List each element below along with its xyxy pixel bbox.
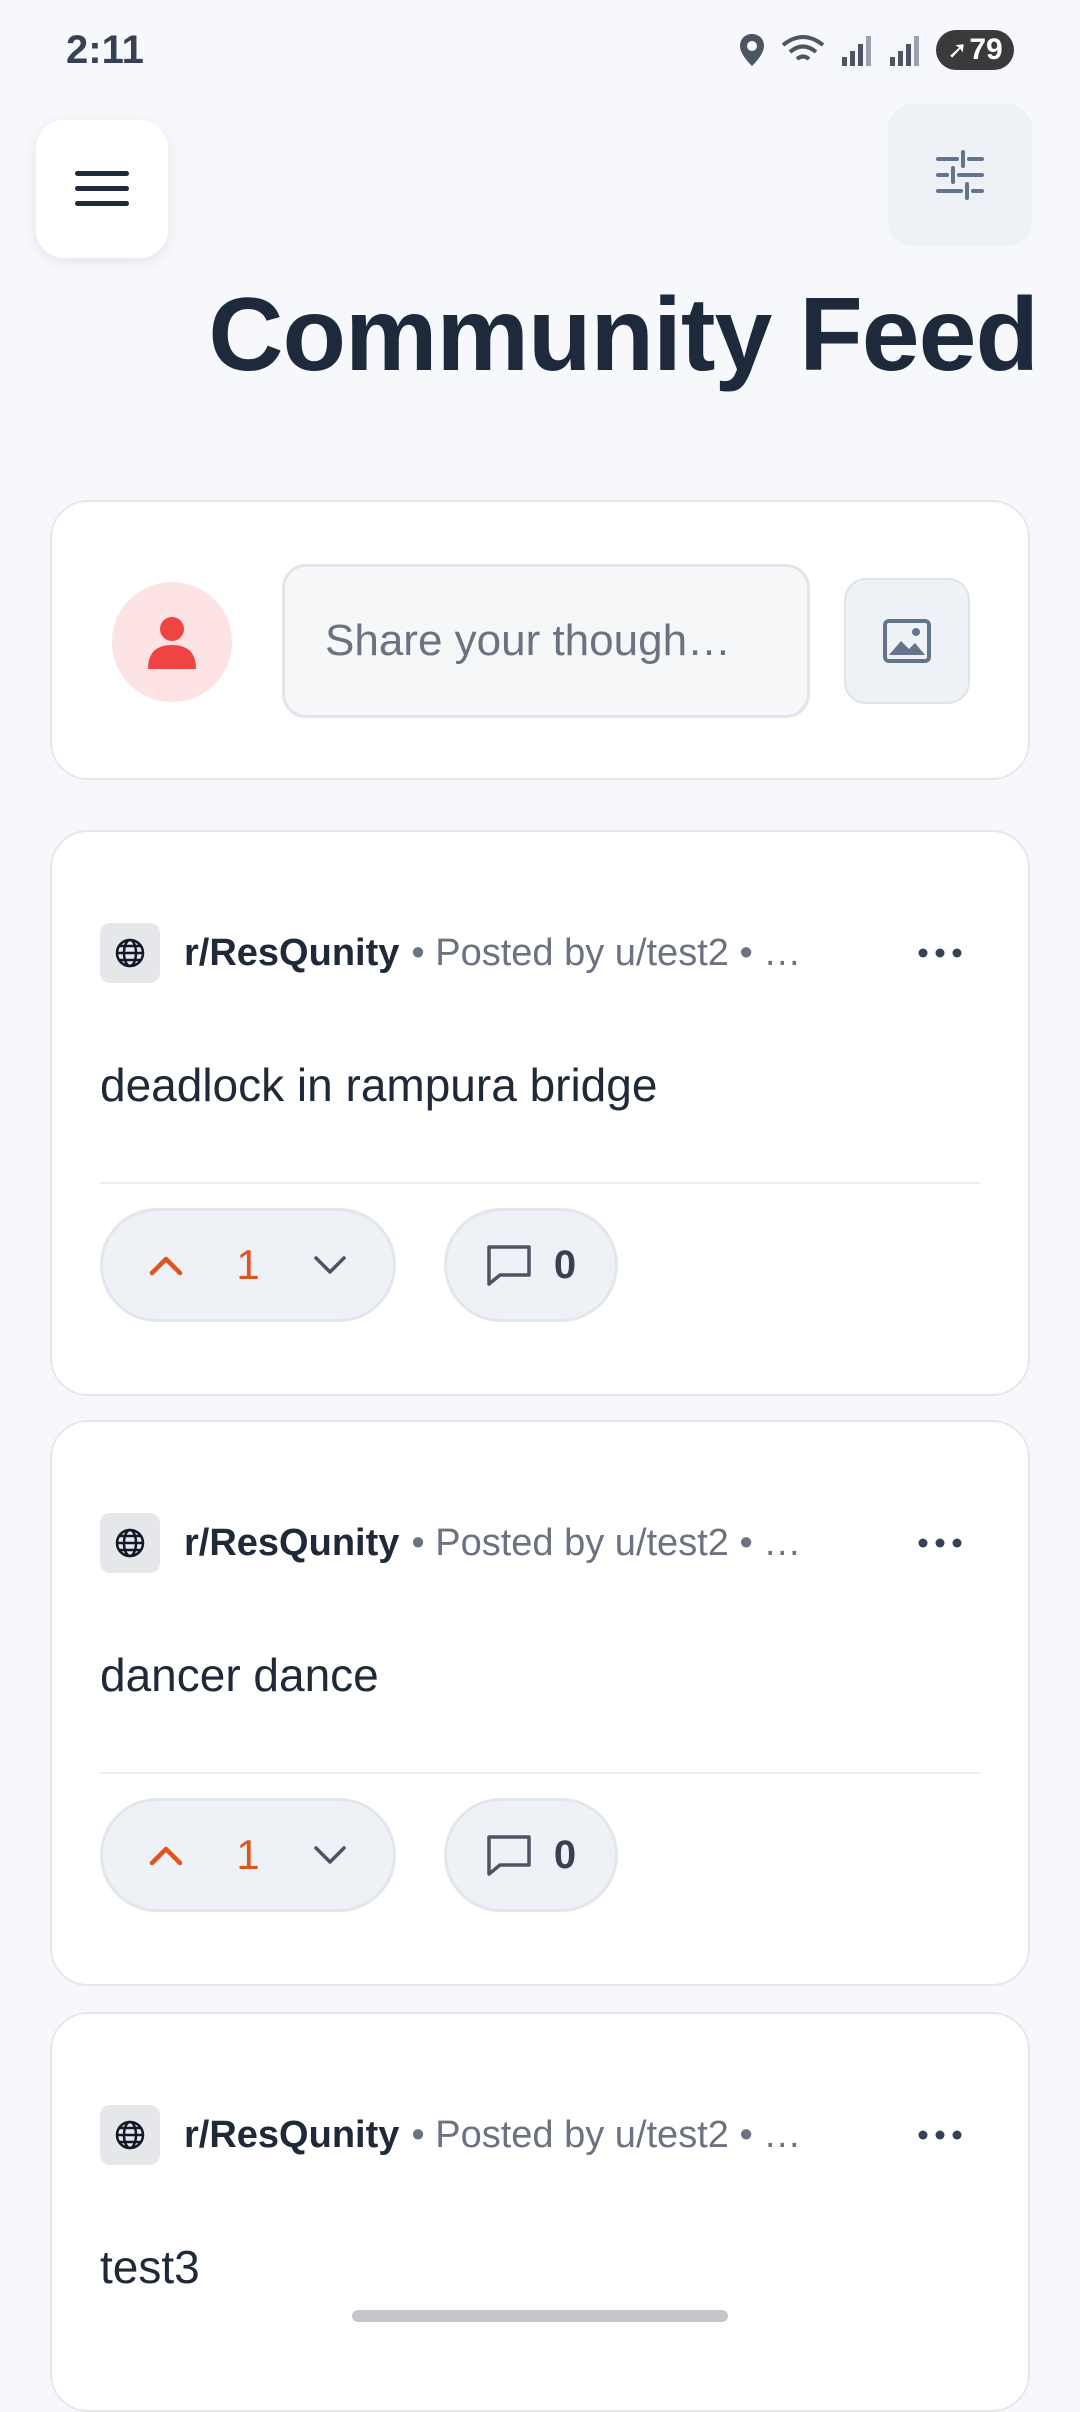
vote-count: 1 (236, 1831, 260, 1878)
more-options-button[interactable] (900, 2104, 980, 2166)
filter-button[interactable] (888, 104, 1032, 246)
divider (100, 1182, 980, 1184)
status-icons: ➚ 79 (738, 30, 1014, 70)
upvote-icon[interactable] (149, 1844, 183, 1866)
avatar (112, 582, 232, 702)
image-icon (883, 619, 931, 663)
wifi-icon (781, 35, 825, 61)
page-title: Community Feed (208, 277, 1039, 393)
comment-count: 0 (553, 1832, 577, 1877)
downvote-icon[interactable] (313, 1254, 347, 1276)
post-body: test3 (100, 2241, 200, 2293)
vote-control: 1 (100, 1208, 396, 1322)
battery-level: 79 (969, 33, 1003, 66)
hamburger-menu-icon (75, 171, 129, 206)
downvote-icon[interactable] (313, 1844, 347, 1866)
post-header: r/ResQunity • Posted by u/test2 • … (100, 2104, 980, 2166)
user-icon (148, 617, 196, 669)
post-meta: • Posted by u/test2 • … (411, 1521, 802, 1564)
battery-icon: ➚ 79 (936, 30, 1014, 70)
globe-icon (100, 1513, 160, 1573)
comments-button[interactable]: 0 (444, 1208, 618, 1322)
home-indicator[interactable] (352, 2310, 728, 2322)
comment-icon (487, 1835, 531, 1876)
globe-icon (100, 923, 160, 983)
upvote-icon[interactable] (149, 1254, 183, 1276)
add-image-button[interactable] (844, 578, 970, 704)
post-meta: • Posted by u/test2 • … (411, 931, 802, 974)
subreddit-name[interactable]: r/ResQunity (184, 932, 399, 975)
share-thoughts-input[interactable]: Share your though… (282, 564, 810, 718)
menu-button[interactable] (36, 120, 168, 258)
comments-button[interactable]: 0 (444, 1798, 618, 1912)
divider (100, 1772, 980, 1774)
more-options-button[interactable] (900, 1512, 980, 1574)
globe-icon (100, 2105, 160, 2165)
subreddit-name[interactable]: r/ResQunity (184, 1522, 399, 1565)
signal-icon (842, 36, 871, 66)
subreddit-name[interactable]: r/ResQunity (184, 2114, 399, 2157)
vote-control: 1 (100, 1798, 396, 1912)
more-options-button[interactable] (900, 922, 980, 984)
status-bar: 2:11 ➚ 79 (0, 0, 1080, 100)
more-horizontal-icon (918, 2130, 962, 2140)
post-card[interactable]: r/ResQunity • Posted by u/test2 • … dead… (50, 830, 1030, 1396)
location-icon (740, 34, 764, 66)
status-time: 2:11 (66, 27, 144, 72)
vote-count: 1 (236, 1241, 260, 1288)
post-card[interactable]: r/ResQunity • Posted by u/test2 • … danc… (50, 1420, 1030, 1986)
post-body: deadlock in rampura bridge (100, 1059, 658, 1111)
post-card[interactable]: r/ResQunity • Posted by u/test2 • … test… (50, 2012, 1030, 2412)
post-header: r/ResQunity • Posted by u/test2 • … (100, 922, 980, 984)
more-horizontal-icon (918, 948, 962, 958)
more-horizontal-icon (918, 1538, 962, 1548)
post-composer: Share your though… (50, 500, 1030, 780)
comment-icon (487, 1245, 531, 1286)
signal-icon (890, 36, 919, 66)
sliders-icon (936, 150, 984, 200)
post-body: dancer dance (100, 1649, 379, 1701)
post-meta: • Posted by u/test2 • … (411, 2113, 802, 2156)
post-header: r/ResQunity • Posted by u/test2 • … (100, 1512, 980, 1574)
comment-count: 0 (553, 1242, 577, 1287)
